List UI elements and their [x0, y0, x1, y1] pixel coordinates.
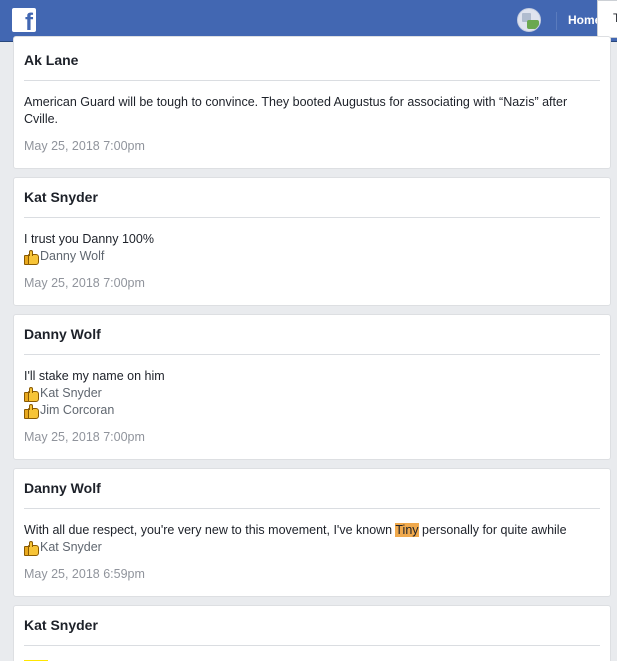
message-text-start: With all due respect, you're very new to…: [24, 523, 396, 537]
message-author[interactable]: Ak Lane: [24, 52, 78, 68]
message-timestamp: May 25, 2018 6:59pm: [24, 567, 145, 581]
thumbs-up-icon: [24, 250, 39, 265]
profile-avatar[interactable]: [517, 8, 541, 32]
divider: [24, 508, 600, 509]
divider: [24, 80, 600, 81]
message-timestamp: May 25, 2018 7:00pm: [24, 430, 145, 444]
thumbs-up-icon: [24, 404, 39, 419]
search-highlight: Tiny: [395, 523, 419, 537]
popup-edge: T: [597, 0, 617, 38]
divider: [24, 354, 600, 355]
message-author[interactable]: Danny Wolf: [24, 326, 101, 342]
message-author[interactable]: Kat Snyder: [24, 617, 98, 633]
like-entry: Jim Corcoran: [24, 402, 114, 419]
message-text-end: personally for quite awhile: [418, 523, 567, 537]
like-name[interactable]: Jim Corcoran: [40, 402, 114, 419]
like-entry: Danny Wolf: [24, 248, 104, 265]
message-author[interactable]: Kat Snyder: [24, 189, 98, 205]
message-card: Kat Snyder I trust you Danny 100% Danny …: [13, 177, 611, 306]
likes-list: Kat Snyder: [24, 539, 102, 556]
divider: [24, 217, 600, 218]
like-entry: Kat Snyder: [24, 385, 114, 402]
message-timestamp: May 25, 2018 7:00pm: [24, 139, 145, 153]
like-name[interactable]: Danny Wolf: [40, 248, 104, 265]
popup-text: T: [613, 11, 617, 25]
message-text: With all due respect, you're very new to…: [24, 522, 600, 539]
nav-divider: [556, 12, 557, 30]
message-author[interactable]: Danny Wolf: [24, 480, 101, 496]
like-entry: Kat Snyder: [24, 539, 102, 556]
thumbs-up-icon: [24, 541, 39, 556]
message-timestamp: May 25, 2018 7:00pm: [24, 276, 145, 290]
thumbs-up-icon: [24, 387, 39, 402]
divider: [24, 645, 600, 646]
message-card: Danny Wolf With all due respect, you're …: [13, 468, 611, 597]
likes-list: Danny Wolf: [24, 248, 104, 265]
logo-glyph: f: [25, 9, 33, 36]
message-text: I'll stake my name on him: [24, 369, 165, 383]
message-card: Danny Wolf I'll stake my name on him Kat…: [13, 314, 611, 460]
facebook-logo-icon[interactable]: f: [12, 8, 36, 36]
likes-list: Kat Snyder Jim Corcoran: [24, 385, 114, 419]
like-name[interactable]: Kat Snyder: [40, 539, 102, 556]
like-name[interactable]: Kat Snyder: [40, 385, 102, 402]
message-card: Ak Lane American Guard will be tough to …: [13, 36, 611, 169]
message-card: Kat Snyder: [13, 605, 611, 661]
message-text: American Guard will be tough to convince…: [24, 95, 568, 126]
message-text: I trust you Danny 100%: [24, 232, 154, 246]
